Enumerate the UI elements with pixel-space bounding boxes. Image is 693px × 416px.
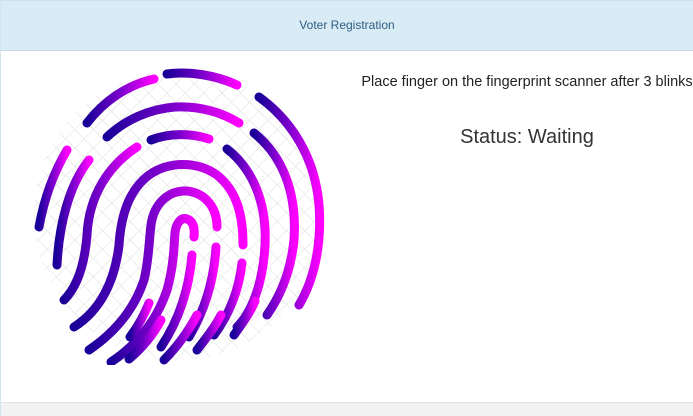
- app-window: Voter Registration Place finger on the f…: [0, 0, 693, 416]
- fingerprint-scanner[interactable]: [29, 65, 329, 365]
- footer-bar: [1, 402, 693, 416]
- page-title: Voter Registration: [299, 18, 395, 32]
- scan-instruction: Place finger on the fingerprint scanner …: [361, 74, 693, 90]
- header-bar: Voter Registration: [1, 1, 693, 51]
- fingerprint-icon: [34, 68, 325, 365]
- status-text: Status: Waiting: [460, 126, 594, 148]
